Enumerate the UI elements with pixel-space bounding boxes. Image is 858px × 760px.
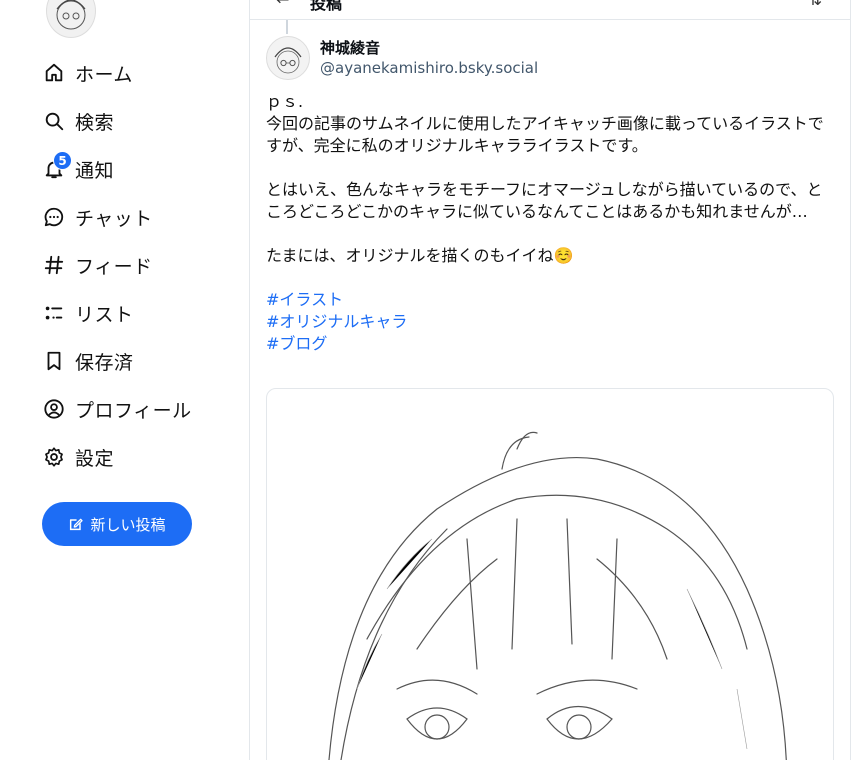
sidebar-item-chat[interactable]: チャット [42,193,192,241]
author-handle[interactable]: @ayanekamishiro.bsky.social [320,59,538,77]
search-icon [42,109,66,133]
new-post-button[interactable]: 新しい投稿 [42,502,192,546]
gear-icon [42,445,66,469]
sidebar-item-label: ホーム [75,63,133,86]
profile-icon [42,397,66,421]
post-paragraph: たまには、オリジナルを描くのもイイね☺️ [266,246,574,265]
sidebar-item-saved[interactable]: 保存済 [42,337,192,385]
post-image[interactable] [266,388,834,760]
hashtag-link[interactable]: #イラスト [266,289,826,311]
home-icon [42,61,66,85]
notification-badge: 5 [53,151,72,170]
sidebar-item-lists[interactable]: リスト [42,289,192,337]
column-divider-right [850,0,851,760]
post-paragraph: とはいえ、色んなキャラをモチーフにオマージュしながら描いているので、ところどころ… [266,180,823,221]
new-post-label: 新しい投稿 [90,515,166,534]
post-line: ｐｓ. [266,92,304,111]
user-avatar[interactable] [46,0,96,38]
hashtag-link[interactable]: #オリジナルキャラ [266,311,826,333]
header-bar: ← 投稿 ⇅ [250,0,850,20]
list-icon [42,301,66,325]
author-avatar[interactable] [266,36,310,80]
post-paragraph: 今回の記事のサムネイルに使用したアイキャッチ画像に載っているイラストですが、完全… [266,114,824,155]
sidebar-item-profile[interactable]: プロフィール [42,385,192,433]
sidebar-item-settings[interactable]: 設定 [42,433,192,481]
compose-icon [70,518,84,531]
bell-icon: 5 [42,151,72,181]
sidebar-item-home[interactable]: ホーム [42,49,192,97]
sidebar-item-label: 検索 [75,111,115,134]
sidebar-item-search[interactable]: 検索 [42,97,192,145]
bookmark-icon [42,349,66,373]
post-thread: ← 投稿 ⇅ 神城綾音 @ayanekamishiro.bsky.social … [250,0,850,760]
hashtag-link[interactable]: #ブログ [266,333,826,355]
hash-icon [42,253,66,277]
sidebar-item-label: チャット [75,207,153,230]
sidebar: ホーム 検索 5 通知 チャット フィード リスト 保存済 プロフィール 設定 … [0,0,249,760]
sidebar-item-label: プロフィール [75,399,192,422]
sidebar-item-label: 保存済 [75,351,134,374]
author-name[interactable]: 神城綾音 [320,37,380,58]
sidebar-item-label: 通知 [75,159,115,182]
sidebar-item-label: リスト [75,303,134,326]
page-title: 投稿 [310,0,343,13]
sidebar-item-label: フィード [75,255,153,278]
chat-icon [42,205,66,229]
thread-connector [286,20,288,34]
sketch-illustration [328,431,787,760]
sidebar-item-label: 設定 [75,447,115,470]
thread-options-icon[interactable]: ⇅ [809,0,822,9]
sidebar-nav: ホーム 検索 5 通知 チャット フィード リスト 保存済 プロフィール 設定 [42,49,192,481]
sidebar-item-notifications[interactable]: 5 通知 [42,145,192,193]
post-text: ｐｓ. 今回の記事のサムネイルに使用したアイキャッチ画像に載っているイラストです… [266,91,826,355]
sidebar-item-feeds[interactable]: フィード [42,241,192,289]
back-icon[interactable]: ← [276,0,289,9]
